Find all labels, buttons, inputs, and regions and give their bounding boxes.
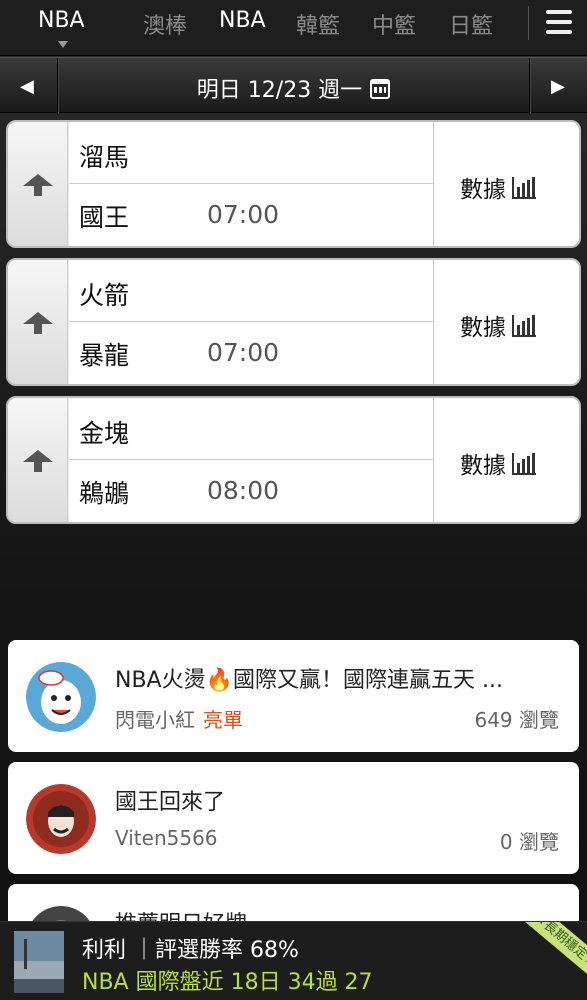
team-divider xyxy=(69,183,433,184)
game-matchup: 火箭 暴龍 07:00 xyxy=(69,260,433,384)
away-team: 暴龍 xyxy=(79,341,130,370)
long-term-stable-ribbon: ★長期穩定★ xyxy=(511,922,587,988)
stats-button[interactable]: 數據 xyxy=(433,122,579,246)
home-team: 金塊 xyxy=(79,419,130,448)
stats-button[interactable]: 數據 xyxy=(433,398,579,522)
tab-australian-baseball[interactable]: 澳棒 xyxy=(143,8,187,40)
game-expand-handle[interactable] xyxy=(8,398,68,522)
home-team: 火箭 xyxy=(79,281,130,310)
game-card[interactable]: 溜馬 國王 07:00 數據 xyxy=(6,120,581,248)
game-expand-handle[interactable] xyxy=(8,260,68,384)
away-team: 國王 xyxy=(79,203,130,232)
post-author: 閃電小紅 亮單 xyxy=(115,708,243,732)
calendar-icon[interactable] xyxy=(370,79,391,99)
hamburger-menu-icon[interactable] xyxy=(546,10,572,34)
post-title[interactable]: 國王回來了 xyxy=(115,784,565,816)
game-time: 08:00 xyxy=(207,476,280,505)
post-tag: 亮單 xyxy=(203,708,243,732)
game-time: 07:00 xyxy=(207,338,280,367)
game-card[interactable]: 火箭 暴龍 07:00 數據 xyxy=(6,258,581,386)
tab-japanese-basketball[interactable]: 日籃 xyxy=(449,8,493,40)
tab-nba[interactable]: NBA xyxy=(219,8,266,33)
bar-chart-icon xyxy=(512,453,536,475)
stats-button[interactable]: 數據 xyxy=(433,260,579,384)
up-arrow-icon xyxy=(23,312,53,334)
post-author: Viten5566 xyxy=(115,826,218,850)
away-team: 鵜鶘 xyxy=(79,479,130,508)
stats-label: 數據 xyxy=(460,177,506,203)
date-divider-right xyxy=(529,58,530,114)
home-team: 溜馬 xyxy=(79,143,130,172)
tipster-record: NBA 國際盤近 18日 34過 27 xyxy=(82,970,373,995)
post-view-count: 0 瀏覽 xyxy=(499,830,559,854)
bar-chart-icon xyxy=(512,177,536,199)
post-card[interactable]: NBA火燙🔥國際又贏！國際連贏五天 ... 閃電小紅 亮單 649 瀏覽 xyxy=(8,640,579,752)
game-expand-handle[interactable] xyxy=(8,122,68,246)
team-divider xyxy=(69,459,433,460)
game-matchup: 溜馬 國王 07:00 xyxy=(69,122,433,246)
dropdown-indicator-icon xyxy=(58,41,68,48)
tipster-thumbnail xyxy=(14,931,64,993)
post-card[interactable]: 國王回來了 Viten5566 0 瀏覽 xyxy=(8,762,579,874)
game-time: 07:00 xyxy=(207,200,280,229)
avatar xyxy=(26,662,96,732)
up-arrow-icon xyxy=(23,174,53,196)
league-tab-bar: NBA 澳棒 NBA 韓籃 中籃 日籃 xyxy=(0,0,587,56)
game-card[interactable]: 金塊 鵜鶘 08:00 數據 xyxy=(6,396,581,524)
up-arrow-icon xyxy=(23,450,53,472)
next-day-arrow-icon[interactable]: ▶ xyxy=(551,76,565,97)
stats-label: 數據 xyxy=(460,315,506,341)
tab-divider xyxy=(528,6,529,40)
team-divider xyxy=(69,321,433,322)
post-title[interactable]: NBA火燙🔥國際又贏！國際連贏五天 ... xyxy=(115,662,565,694)
date-label[interactable]: 明日 12/23 週一 xyxy=(0,72,587,104)
game-matchup: 金塊 鵜鶘 08:00 xyxy=(69,398,433,522)
tipster-win-rate: 利利 ｜評選勝率 68% xyxy=(82,938,299,963)
avatar xyxy=(26,784,96,854)
tipster-promo-bar[interactable]: 利利 ｜評選勝率 68% NBA 國際盤近 18日 34過 27 ★長期穩定★ xyxy=(0,921,587,1000)
tab-korean-basketball[interactable]: 韓籃 xyxy=(296,8,340,40)
post-view-count: 649 瀏覽 xyxy=(474,708,559,732)
bar-chart-icon xyxy=(512,315,536,337)
tab-chinese-basketball[interactable]: 中籃 xyxy=(372,8,416,40)
date-selector: ◀ 明日 12/23 週一 ▶ xyxy=(0,57,587,114)
tab-nba-current[interactable]: NBA xyxy=(38,8,85,33)
stats-label: 數據 xyxy=(460,453,506,479)
